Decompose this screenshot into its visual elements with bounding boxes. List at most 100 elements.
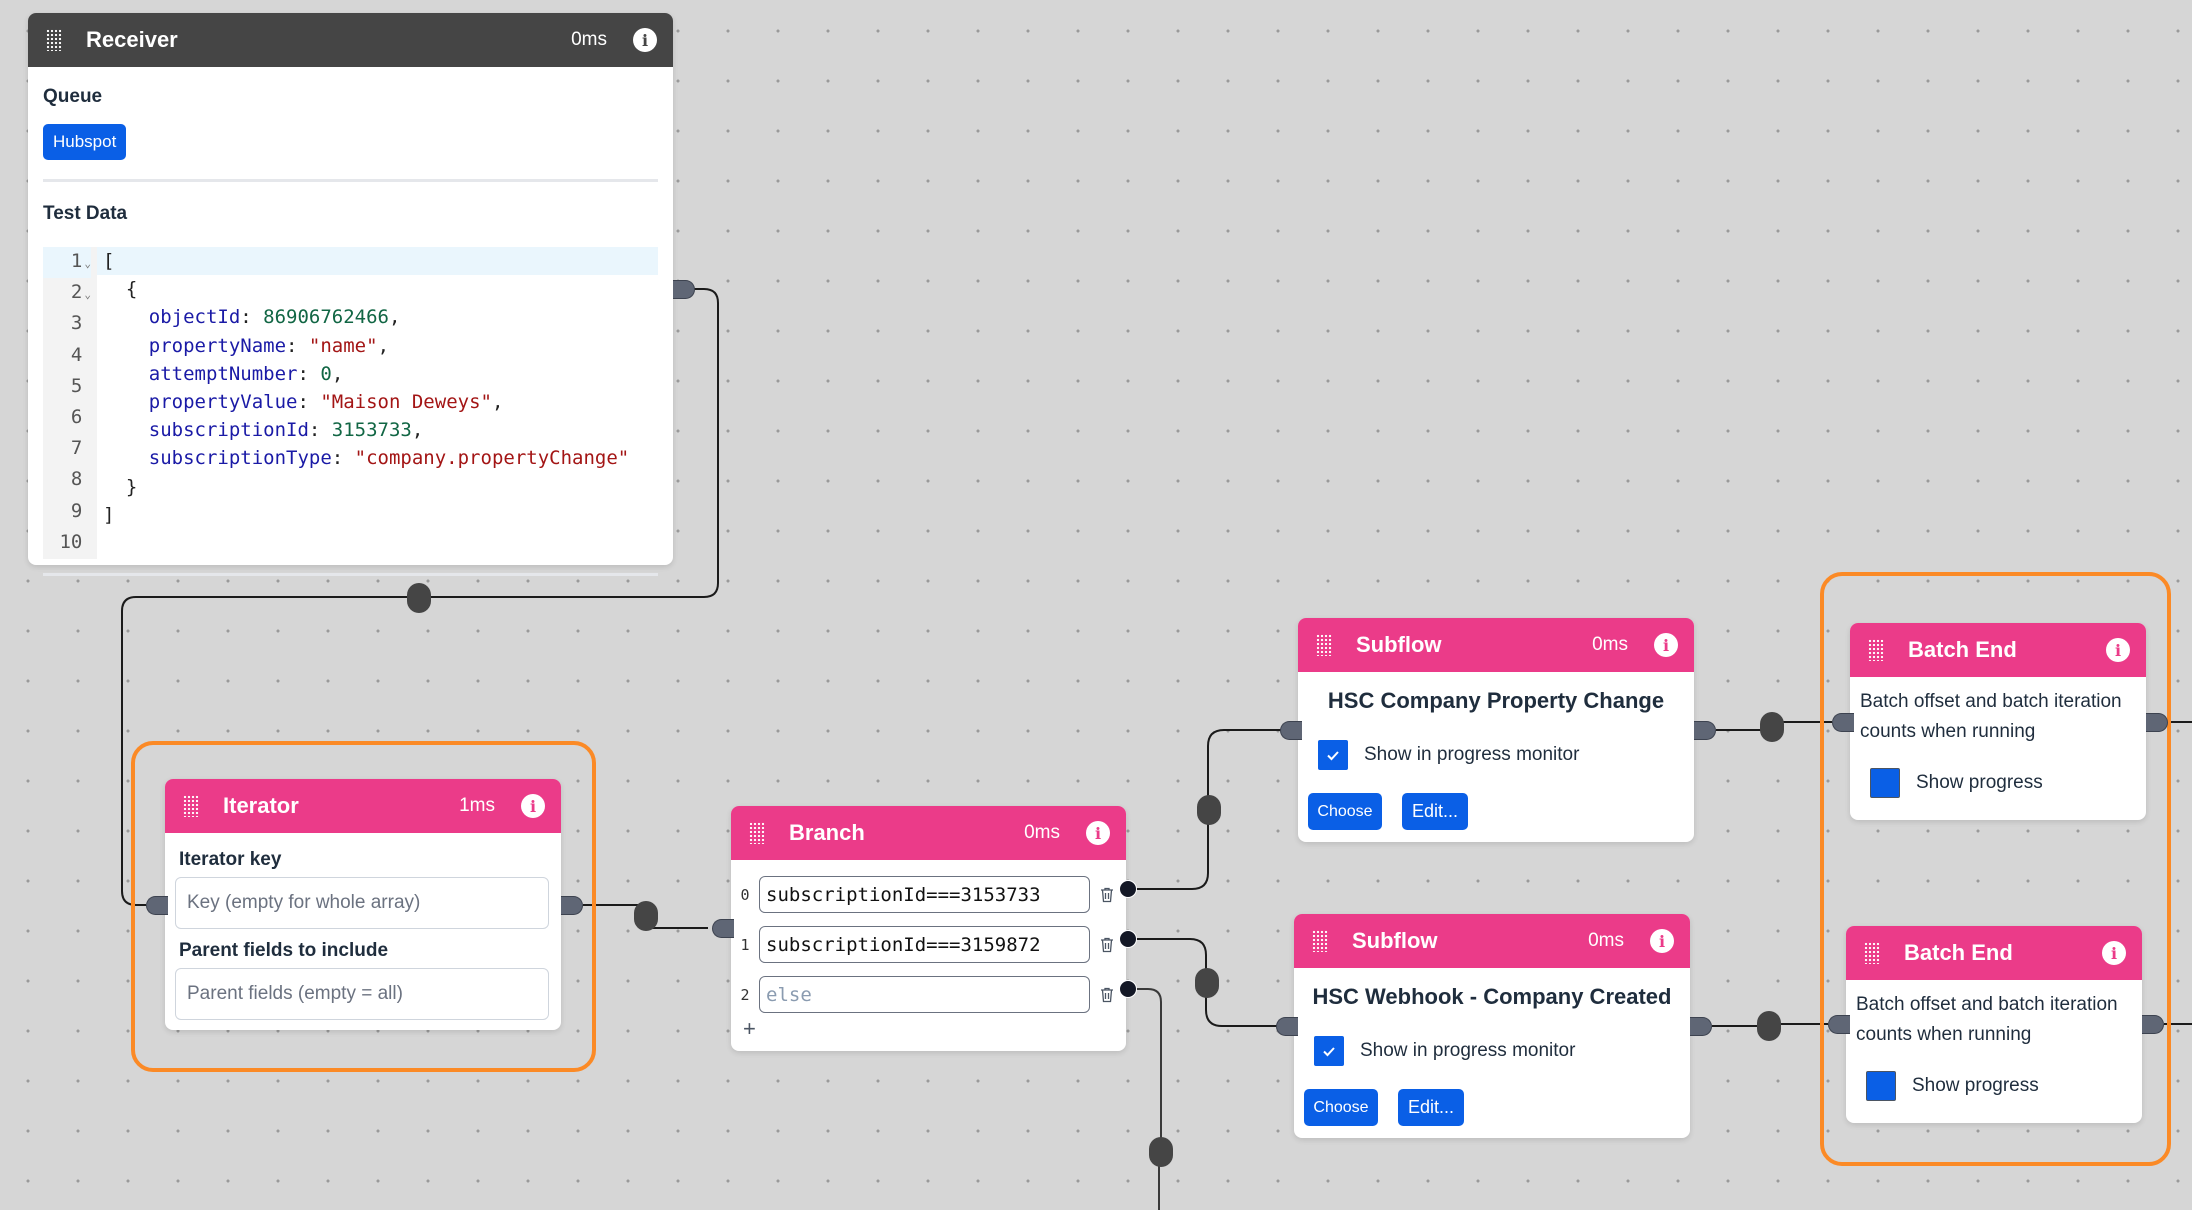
- edge-knot[interactable]: [1195, 968, 1219, 998]
- batch-end-node[interactable]: Batch End i Batch offset and batch itera…: [1850, 623, 2146, 820]
- batch-end-description: Batch offset and batch iteration counts …: [1856, 994, 2118, 1045]
- branch-condition-row: 0 subscriptionId===3153733: [731, 876, 1114, 913]
- checkmark-icon: [1323, 1046, 1335, 1056]
- edit-button[interactable]: Edit...: [1398, 1089, 1464, 1126]
- info-icon[interactable]: i: [1654, 633, 1678, 657]
- subflow-input-handle[interactable]: [1280, 721, 1302, 740]
- checkbox-label: Show in progress monitor: [1364, 744, 1580, 765]
- node-title: Subflow: [1356, 632, 1442, 657]
- condition-input[interactable]: else: [759, 976, 1090, 1013]
- batch-end-output-handle[interactable]: [2142, 1015, 2164, 1034]
- node-title: Batch End: [1908, 637, 2017, 662]
- batch-end-header[interactable]: Batch End i: [1850, 623, 2146, 677]
- branch-condition-row: 1 subscriptionId===3159872: [731, 926, 1114, 963]
- branch-output-1-handle[interactable]: [1119, 930, 1137, 948]
- iterator-key-input[interactable]: Key (empty for whole array): [175, 877, 549, 929]
- checkmark-icon: [1327, 750, 1339, 760]
- code-line: {: [103, 278, 138, 301]
- edge-knot[interactable]: [1197, 795, 1221, 825]
- iterator-node[interactable]: Iterator 1ms i Iterator key Key (empty f…: [165, 779, 561, 1030]
- checkbox[interactable]: [1870, 768, 1900, 798]
- drag-grip-icon[interactable]: [749, 822, 765, 844]
- iterator-input-handle[interactable]: [146, 896, 168, 915]
- queue-hubspot-button[interactable]: Hubspot: [43, 124, 127, 160]
- info-icon[interactable]: i: [521, 794, 545, 818]
- subflow-input-handle[interactable]: [1276, 1017, 1298, 1036]
- receiver-node[interactable]: Receiver 0ms i Queue Hubspot Test Data 1…: [28, 13, 673, 577]
- queue-label: Queue: [43, 86, 103, 107]
- choose-button[interactable]: Choose: [1304, 1089, 1378, 1126]
- show-progress-checkbox-row[interactable]: Show progress: [1870, 768, 2043, 798]
- trash-icon[interactable]: [1100, 887, 1114, 903]
- iterator-header[interactable]: Iterator 1ms i: [165, 779, 561, 833]
- info-icon[interactable]: i: [2106, 638, 2130, 662]
- checkbox-label: Show in progress monitor: [1360, 1040, 1576, 1061]
- batch-end-node[interactable]: Batch End i Batch offset and batch itera…: [1846, 926, 2142, 1123]
- subflow-node[interactable]: Subflow 0ms i HSC Company Property Chang…: [1298, 618, 1694, 842]
- choose-button[interactable]: Choose: [1308, 793, 1382, 830]
- progress-monitor-checkbox-row[interactable]: Show in progress monitor: [1314, 1036, 1575, 1066]
- condition-index: 1: [740, 935, 750, 954]
- line-number: 4⌄: [70, 343, 83, 366]
- branch-node[interactable]: Branch 0ms i 0 subscriptionId===3153733 …: [731, 806, 1126, 1051]
- condition-input[interactable]: subscriptionId===3153733: [759, 876, 1090, 913]
- edge-knot[interactable]: [1149, 1137, 1173, 1167]
- line-number: 3⌄: [70, 312, 83, 335]
- branch-output-2-handle[interactable]: [1119, 980, 1137, 998]
- divider: [43, 573, 658, 577]
- edit-button[interactable]: Edit...: [1402, 793, 1468, 830]
- info-icon[interactable]: i: [1086, 821, 1110, 845]
- branch-input-handle[interactable]: [712, 919, 734, 938]
- batch-end-input-handle[interactable]: [1828, 1015, 1850, 1034]
- drag-grip-icon[interactable]: [1868, 639, 1884, 661]
- branch-condition-row: 2 else: [731, 976, 1114, 1013]
- add-condition-button[interactable]: +: [743, 1016, 756, 1042]
- divider: [43, 179, 658, 182]
- receiver-header[interactable]: Receiver 0ms i: [28, 13, 673, 67]
- batch-end-output-handle[interactable]: [2146, 713, 2168, 732]
- branch-header[interactable]: Branch 0ms i: [731, 806, 1126, 860]
- parent-fields-label: Parent fields to include: [179, 940, 389, 961]
- edge-knot[interactable]: [634, 901, 658, 931]
- test-data-label: Test Data: [43, 203, 128, 224]
- edge-knot[interactable]: [1757, 1011, 1781, 1041]
- drag-grip-icon[interactable]: [1316, 634, 1332, 656]
- test-data-editor[interactable]: 1⌄2⌄ 3⌄ 4⌄ 5⌄ 6⌄ 7⌄ 8⌄ 9⌄ 10⌄ [ { objectId: 8690…: [43, 247, 658, 560]
- checkbox[interactable]: [1866, 1071, 1896, 1101]
- subflow-output-handle[interactable]: [1690, 1017, 1712, 1036]
- fold-chevron-icon[interactable]: ⌄: [84, 257, 91, 270]
- line-number: 2 ⌄: [70, 281, 91, 304]
- code-line: objectId: 86906762466,: [103, 306, 401, 329]
- info-icon[interactable]: i: [2102, 941, 2126, 965]
- node-duration: 0ms: [1024, 822, 1060, 843]
- batch-end-input-handle[interactable]: [1832, 713, 1854, 732]
- edge-knot[interactable]: [407, 583, 431, 613]
- checkbox-checked[interactable]: [1314, 1036, 1344, 1066]
- progress-monitor-checkbox-row[interactable]: Show in progress monitor: [1318, 740, 1579, 770]
- trash-icon[interactable]: [1100, 987, 1114, 1003]
- iterator-output-handle[interactable]: [561, 896, 583, 915]
- drag-grip-icon[interactable]: [1864, 942, 1880, 964]
- condition-input[interactable]: subscriptionId===3159872: [759, 926, 1090, 963]
- receiver-output-handle[interactable]: [673, 280, 695, 299]
- batch-end-header[interactable]: Batch End i: [1846, 926, 2142, 980]
- parent-fields-input[interactable]: Parent fields (empty = all): [175, 968, 549, 1020]
- fold-chevron-icon[interactable]: ⌄: [84, 288, 91, 301]
- info-icon[interactable]: i: [633, 28, 657, 52]
- subflow-output-handle[interactable]: [1694, 721, 1716, 740]
- info-icon[interactable]: i: [1650, 929, 1674, 953]
- code-lines[interactable]: [ { objectId: 86906762466, propertyName:…: [97, 247, 658, 559]
- edge-knot[interactable]: [1760, 712, 1784, 742]
- checkbox-checked[interactable]: [1318, 740, 1348, 770]
- drag-grip-icon[interactable]: [183, 795, 199, 817]
- branch-output-0-handle[interactable]: [1119, 880, 1137, 898]
- show-progress-checkbox-row[interactable]: Show progress: [1866, 1071, 2039, 1101]
- drag-grip-icon[interactable]: [1312, 930, 1328, 952]
- subflow-header[interactable]: Subflow 0ms i: [1294, 914, 1690, 968]
- subflow-header[interactable]: Subflow 0ms i: [1298, 618, 1694, 672]
- subflow-node[interactable]: Subflow 0ms i HSC Webhook - Company Crea…: [1294, 914, 1690, 1138]
- line-number: 10⌄: [59, 530, 83, 553]
- drag-grip-icon[interactable]: [46, 29, 62, 51]
- node-title: Subflow: [1352, 928, 1438, 953]
- trash-icon[interactable]: [1100, 937, 1114, 953]
